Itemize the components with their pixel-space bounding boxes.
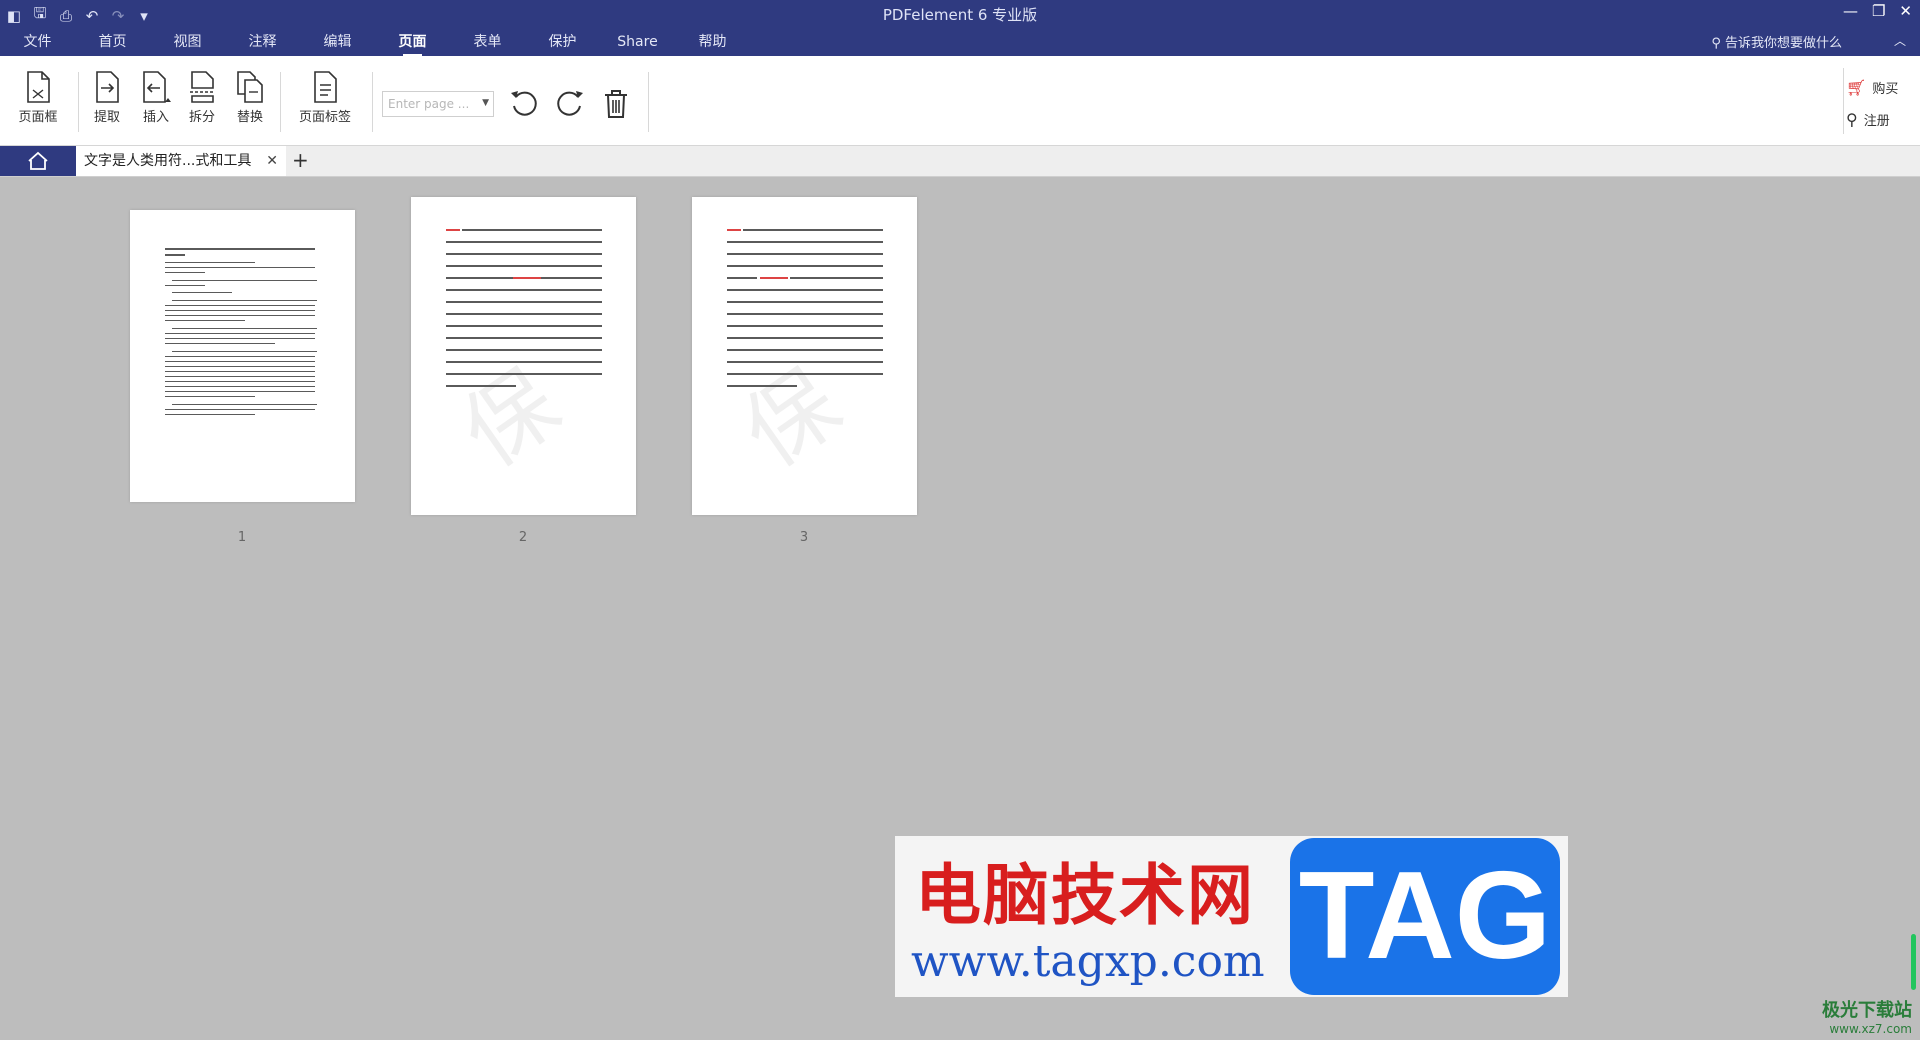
menu-edit[interactable]: 编辑: [300, 30, 375, 56]
site-watermark-banner: 电脑技术网 www.tagxp.com TAG: [895, 836, 1568, 997]
page-label-button[interactable]: 页面标签: [294, 70, 356, 125]
title-bar: ◧ 🖫 ⎙ ↶ ↷ ▾ PDFelement 6 专业版 — ❐ ✕ 文件 首页…: [0, 0, 1920, 56]
menu-help[interactable]: 帮助: [675, 30, 750, 56]
insert-label: 插入: [142, 110, 169, 125]
account-buttons: 🛒︎ 购买 ⚲ 注册: [1846, 71, 1906, 135]
menu-bar: 文件 首页 视图 注释 编辑 页面 表单 保护 Share 帮助: [0, 30, 750, 56]
document-tab-bar: 文字是人类用符...式和工具 ✕ +: [0, 146, 1920, 177]
menu-page[interactable]: 页面: [375, 30, 450, 56]
menu-file[interactable]: 文件: [0, 30, 75, 56]
extract-button[interactable]: 提取: [88, 70, 126, 125]
page-box-button[interactable]: 页面框: [14, 70, 62, 125]
split-label: 拆分: [188, 110, 215, 125]
menu-comment[interactable]: 注释: [225, 30, 300, 56]
maximize-icon[interactable]: ❐: [1872, 2, 1885, 20]
page-ribbon: 页面框 提取 插入 拆分 替换 页面标签 Enter page ... ▼ 🛒︎…: [0, 56, 1920, 146]
page-number-label: 2: [518, 530, 528, 545]
ribbon-separator: [78, 72, 79, 132]
watermark-tag-logo: TAG: [1290, 838, 1560, 995]
page-label-icon: [314, 71, 337, 103]
document-tab-title: 文字是人类用符...式和工具: [84, 153, 252, 169]
page-number-label: 1: [237, 530, 247, 545]
document-tab[interactable]: 文字是人类用符...式和工具 ✕: [76, 146, 286, 176]
close-tab-icon[interactable]: ✕: [266, 146, 278, 176]
insert-button[interactable]: 插入: [134, 70, 178, 125]
rotate-left-icon: [511, 91, 537, 116]
extract-label: 提取: [93, 110, 120, 125]
add-tab-icon[interactable]: +: [292, 148, 309, 172]
window-title: PDFelement 6 专业版: [882, 6, 1038, 24]
menu-form[interactable]: 表单: [450, 30, 525, 56]
page-number-label: 3: [799, 530, 809, 545]
insert-icon: [143, 71, 171, 103]
collapse-ribbon-icon[interactable]: ︿: [1894, 32, 1906, 49]
rotate-left-button[interactable]: [508, 88, 540, 124]
replace-icon: [237, 71, 263, 103]
split-button[interactable]: 拆分: [182, 70, 222, 125]
home-icon: [28, 151, 48, 170]
minimize-icon[interactable]: —: [1843, 2, 1858, 20]
extract-icon: [96, 71, 119, 103]
tell-me-search[interactable]: ⚲ 告诉我你想要做什么: [1711, 32, 1842, 51]
buy-label: 购买: [1872, 81, 1899, 97]
page-range-input[interactable]: Enter page ... ▼: [382, 91, 494, 117]
page-thumbnail[interactable]: 保: [692, 197, 917, 515]
key-icon: ⚲: [1846, 109, 1858, 129]
scroll-indicator[interactable]: [1911, 934, 1916, 990]
rotate-right-icon: [557, 91, 583, 116]
menu-home[interactable]: 首页: [75, 30, 150, 56]
ribbon-separator: [372, 72, 373, 132]
window-controls: — ❐ ✕: [1843, 2, 1912, 20]
page-thumbnail[interactable]: 保: [411, 197, 636, 515]
watermark-cn-text: 电脑技术网: [915, 857, 1255, 934]
replace-label: 替换: [236, 110, 263, 125]
corner-site-logo: 极光下载站 www.xz7.com: [1822, 996, 1912, 1036]
page-box-icon: [27, 71, 50, 103]
register-label: 注册: [1863, 113, 1890, 129]
ribbon-separator: [1843, 68, 1844, 134]
trash-icon: [605, 90, 627, 118]
close-icon[interactable]: ✕: [1899, 2, 1912, 20]
rotate-right-button[interactable]: [554, 88, 586, 124]
cart-icon: 🛒︎: [1846, 77, 1867, 97]
split-icon: [190, 71, 214, 103]
menu-share[interactable]: Share: [600, 30, 675, 56]
ribbon-separator: [280, 72, 281, 132]
register-button[interactable]: ⚲ 注册: [1846, 103, 1906, 135]
home-tab[interactable]: [0, 146, 76, 176]
corner-site-name: 极光下载站: [1822, 1000, 1912, 1021]
buy-button[interactable]: 🛒︎ 购买: [1846, 71, 1906, 103]
menu-view[interactable]: 视图: [150, 30, 225, 56]
corner-site-url: www.xz7.com: [1829, 1022, 1912, 1036]
page-label-label: 页面标签: [298, 110, 351, 125]
page-thumbnail[interactable]: [130, 210, 355, 502]
delete-page-button[interactable]: [602, 88, 630, 124]
menu-protect[interactable]: 保护: [525, 30, 600, 56]
tell-me-label: 告诉我你想要做什么: [1724, 36, 1842, 51]
page-box-label: 页面框: [18, 110, 58, 125]
replace-button[interactable]: 替换: [230, 70, 270, 125]
ribbon-separator: [648, 72, 649, 132]
watermark-url: www.tagxp.com: [911, 936, 1265, 987]
page-watermark: 保: [443, 350, 578, 488]
page-watermark: 保: [724, 350, 859, 488]
page-range-placeholder: Enter page ...: [388, 97, 470, 111]
dropdown-arrow-icon[interactable]: ▼: [482, 98, 489, 108]
lightbulb-icon: ⚲: [1711, 36, 1721, 51]
